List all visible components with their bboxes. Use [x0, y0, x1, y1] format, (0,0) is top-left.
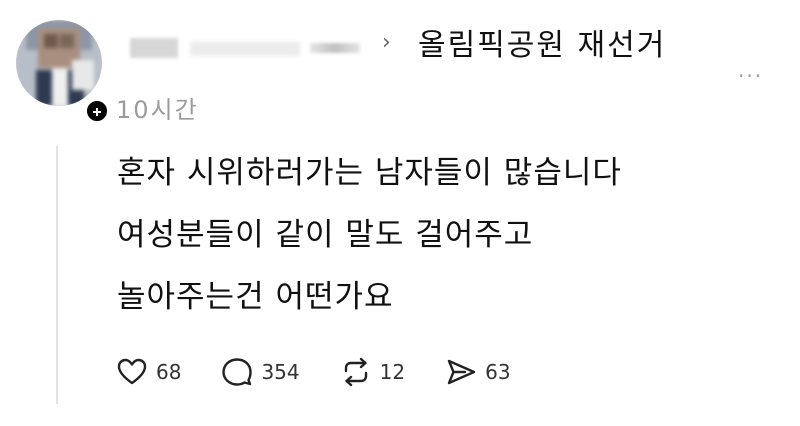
- heart-icon: [117, 358, 147, 385]
- action-bar: 68 354 12 63: [116, 354, 551, 390]
- community-name[interactable]: 올림픽공원 재선거: [418, 20, 666, 64]
- share-count: 63: [485, 360, 511, 384]
- repost-icon: [344, 357, 367, 387]
- more-dots-icon[interactable]: ···: [738, 64, 763, 88]
- like-count: 68: [156, 360, 182, 384]
- comment-count: 354: [261, 360, 300, 384]
- comment-button[interactable]: 354: [221, 356, 300, 388]
- post-time: 10시간: [116, 96, 199, 124]
- thread-post: › 올림픽공원 재선거 ··· 10시간 혼자 시위하러가는 남자들이 많습니다…: [0, 0, 800, 426]
- share-button[interactable]: 63: [445, 356, 511, 388]
- repost-button[interactable]: 12: [340, 356, 405, 388]
- avatar[interactable]: [16, 20, 110, 124]
- post-body: 혼자 시위하러가는 남자들이 많습니다 여성분들이 같이 말도 걸어주고 놀아주…: [117, 155, 622, 315]
- username-redacted[interactable]: [130, 34, 365, 58]
- follow-plus-icon[interactable]: [84, 98, 110, 124]
- send-icon: [447, 359, 476, 385]
- repost-count: 12: [379, 360, 406, 384]
- chevron-right-icon: ›: [382, 30, 391, 55]
- thread-line: [56, 146, 58, 404]
- like-button[interactable]: 68: [116, 356, 181, 388]
- avatar-image: [16, 20, 102, 106]
- speech-bubble-icon: [222, 358, 253, 386]
